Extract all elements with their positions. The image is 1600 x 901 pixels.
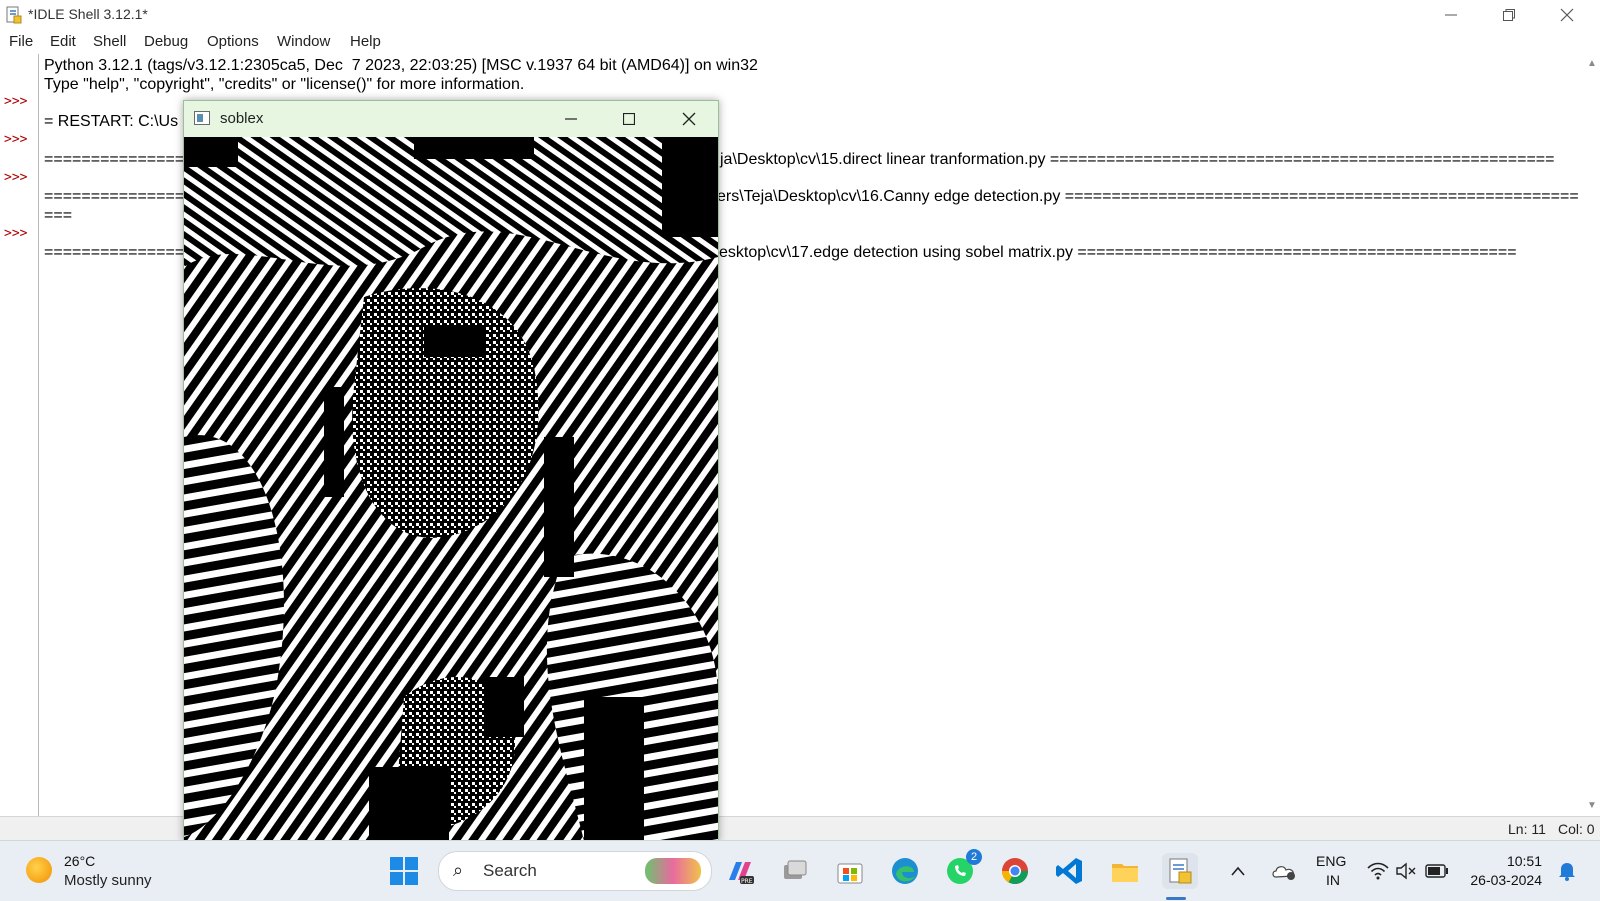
notifications-button[interactable] xyxy=(1554,853,1580,889)
clock-time: 10:51 xyxy=(1506,853,1542,869)
cv-window-title: soblex xyxy=(220,110,264,127)
restart-line-wrap: === xyxy=(44,207,73,224)
chevron-up-icon xyxy=(1231,866,1245,876)
menu-bar: File Edit Shell Debug Options Window Hel… xyxy=(0,30,1600,54)
cv-close-button[interactable] xyxy=(660,101,718,137)
shell-prompt: >>> xyxy=(4,132,28,147)
cv-titlebar[interactable]: soblex xyxy=(184,101,718,137)
weather-temperature[interactable]: 26°C xyxy=(64,853,95,869)
taskbar-idle[interactable] xyxy=(1162,853,1198,889)
minimize-icon xyxy=(565,118,577,120)
cv-minimize-button[interactable] xyxy=(542,101,600,137)
region-code: IN xyxy=(1326,872,1340,888)
close-icon xyxy=(682,112,696,126)
menu-shell[interactable]: Shell xyxy=(93,33,126,50)
banner-line: Python 3.12.1 (tags/v3.12.1:2305ca5, Dec… xyxy=(44,57,758,74)
language-code: ENG xyxy=(1316,853,1347,869)
banner-line: Type "help", "copyright", "credits" or "… xyxy=(44,76,525,93)
window-title: *IDLE Shell 3.12.1* xyxy=(28,6,148,22)
clock-date: 26-03-2024 xyxy=(1470,872,1542,888)
restart-line-path: ja\Desktop\cv\15.direct linear tranforma… xyxy=(720,151,1555,168)
clock[interactable]: 10:51 26-03-2024 xyxy=(1462,841,1548,901)
taskbar-search[interactable]: ⌕ Search xyxy=(438,851,712,891)
whatsapp-unread-badge: 2 xyxy=(966,849,982,865)
restart-line: ================ xyxy=(44,188,194,205)
shell-prompt: >>> xyxy=(4,226,28,241)
menu-options[interactable]: Options xyxy=(207,33,259,50)
notification-bell-icon xyxy=(1559,863,1575,881)
weather-description[interactable]: Mostly sunny xyxy=(64,872,152,889)
taskbar-store[interactable] xyxy=(832,853,868,889)
volume-muted-icon xyxy=(1396,862,1416,880)
restart-line: = RESTART: C:\Us xyxy=(44,113,179,130)
search-label: Search xyxy=(483,861,537,880)
show-hidden-icons-button[interactable] xyxy=(1226,853,1250,889)
folder-icon xyxy=(1112,864,1138,882)
wifi-tray[interactable] xyxy=(1366,853,1390,889)
idle-titlebar: *IDLE Shell 3.12.1* xyxy=(0,0,1600,30)
restart-line-path: esktop\cv\17.edge detection using sobel … xyxy=(719,244,1517,261)
vscode-icon xyxy=(1056,858,1082,884)
weather-sun-icon[interactable] xyxy=(26,857,52,883)
onedrive-tray[interactable] xyxy=(1268,853,1300,889)
cv-maximize-button[interactable] xyxy=(600,101,658,137)
scroll-up-arrow-icon[interactable]: ▲ xyxy=(1587,58,1597,69)
idle-icon xyxy=(1169,858,1192,884)
search-icon: ⌕ xyxy=(453,860,464,880)
taskbar-task-view[interactable] xyxy=(777,853,813,889)
prompt-gutter: >>> >>> >>> >>> xyxy=(0,54,39,816)
taskbar-chrome[interactable] xyxy=(997,853,1033,889)
language-indicator[interactable]: ENG IN xyxy=(1316,841,1356,901)
taskbar-whatsapp[interactable]: 2 xyxy=(942,849,982,889)
close-button[interactable] xyxy=(1538,0,1596,30)
taskbar-copilot[interactable]: PRE xyxy=(722,853,758,889)
battery-icon xyxy=(1425,864,1448,878)
taskbar-vscode[interactable] xyxy=(1052,853,1088,889)
minimize-button[interactable] xyxy=(1422,0,1480,30)
status-line: Ln: 11 xyxy=(1508,821,1546,837)
battery-tray[interactable] xyxy=(1424,853,1450,889)
copilot-icon: PRE xyxy=(729,862,754,885)
sobel-edge-image xyxy=(184,137,718,841)
svg-text:PRE: PRE xyxy=(741,878,753,885)
file-manager-icon xyxy=(784,860,807,879)
menu-edit[interactable]: Edit xyxy=(50,33,76,50)
restart-line-path: ers\Teja\Desktop\cv\16.Canny edge detect… xyxy=(717,188,1579,205)
close-icon xyxy=(1560,8,1574,22)
windows-start-icon xyxy=(390,857,418,885)
menu-window[interactable]: Window xyxy=(277,33,330,50)
menu-debug[interactable]: Debug xyxy=(144,33,188,50)
status-col: Col: 0 xyxy=(1558,821,1595,837)
shell-prompt: >>> xyxy=(4,94,28,109)
restore-button[interactable] xyxy=(1480,0,1538,30)
maximize-icon xyxy=(623,113,635,125)
scroll-down-arrow-icon[interactable]: ▼ xyxy=(1587,800,1597,811)
start-button[interactable] xyxy=(386,853,422,889)
cv-window-icon xyxy=(194,111,210,125)
minimize-icon xyxy=(1445,14,1457,16)
menu-file[interactable]: File xyxy=(9,33,33,50)
taskbar-file-explorer[interactable] xyxy=(1107,853,1143,889)
chrome-icon xyxy=(1001,858,1029,885)
restart-line: ================ xyxy=(44,244,194,261)
taskbar: 26°C Mostly sunny ⌕ Search PRE 2 ENG IN … xyxy=(0,840,1600,901)
app-icon xyxy=(6,6,22,24)
shell-prompt: >>> xyxy=(4,170,28,185)
restart-line: ================ xyxy=(44,151,194,168)
edge-icon xyxy=(892,858,918,884)
taskbar-edge[interactable] xyxy=(887,853,923,889)
search-highlight-art-icon xyxy=(645,858,701,884)
onedrive-icon xyxy=(1272,866,1295,880)
volume-tray[interactable] xyxy=(1394,853,1418,889)
menu-help[interactable]: Help xyxy=(350,33,381,50)
vertical-scrollbar[interactable]: ▲ ▼ xyxy=(1584,54,1600,816)
wifi-icon xyxy=(1367,862,1389,880)
store-icon xyxy=(837,863,863,884)
cv-image-window: soblex xyxy=(183,100,719,842)
restore-icon xyxy=(1503,9,1515,21)
